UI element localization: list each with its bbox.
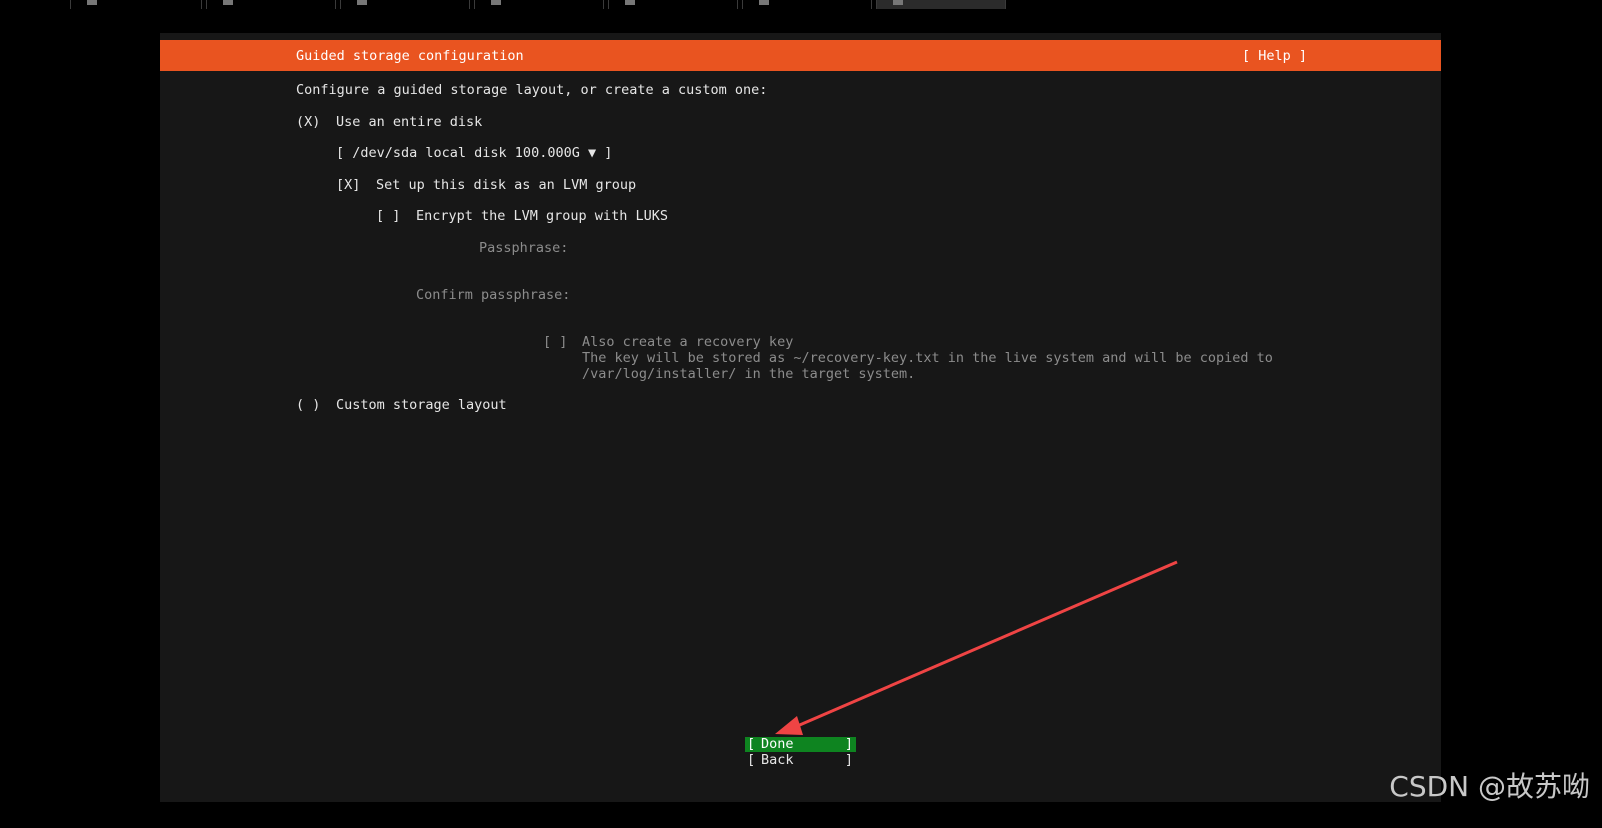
encrypt-label: Encrypt the LVM group with LUKS (416, 208, 668, 224)
watermark: CSDN @故苏呦 (1389, 770, 1590, 803)
host-tab[interactable] (608, 0, 738, 9)
back-button-open-bracket: [ (747, 752, 756, 768)
done-button-label: Done (761, 736, 794, 752)
tab-icon (759, 0, 769, 5)
done-button-open-bracket: [ (747, 736, 756, 752)
tab-icon (87, 0, 97, 5)
custom-layout-label: Custom storage layout (336, 397, 507, 413)
recovery-key-description: /var/log/installer/ in the target system… (582, 366, 916, 382)
host-tab[interactable] (70, 0, 202, 9)
recovery-key-checkbox[interactable]: [ ] (543, 334, 567, 350)
disk-select-dropdown[interactable]: [ /dev/sda local disk 100.000G ▼ ] (336, 145, 612, 161)
host-tab-bar (0, 0, 1602, 11)
lvm-checkbox[interactable]: [X] (336, 177, 360, 193)
help-button[interactable]: [ Help ] (1242, 48, 1307, 64)
host-tab-active[interactable] (876, 0, 1006, 9)
page-title: Guided storage configuration (296, 48, 524, 64)
tab-icon (491, 0, 501, 5)
installer-screen: Guided storage configuration [ Help ] Co… (160, 33, 1441, 802)
back-button[interactable]: [ Back ] (745, 753, 856, 768)
confirm-passphrase-field[interactable] (575, 287, 1175, 303)
passphrase-label: Passphrase: (479, 240, 569, 256)
entire-disk-label: Use an entire disk (336, 114, 483, 130)
host-tab[interactable] (474, 0, 604, 9)
host-tab[interactable] (742, 0, 872, 9)
recovery-key-label: Also create a recovery key (582, 334, 794, 350)
back-button-label: Back (761, 752, 794, 768)
header-bar: Guided storage configuration [ Help ] (160, 40, 1441, 71)
entire-disk-radio[interactable]: (X) (296, 114, 320, 130)
back-button-close-bracket: ] (844, 752, 853, 768)
intro-text: Configure a guided storage layout, or cr… (296, 82, 768, 98)
host-tab[interactable] (340, 0, 470, 9)
confirm-passphrase-label: Confirm passphrase: (416, 287, 571, 303)
done-button-close-bracket: ] (844, 736, 853, 752)
tab-icon (223, 0, 233, 5)
tab-icon (625, 0, 635, 5)
encrypt-checkbox[interactable]: [ ] (376, 208, 400, 224)
done-button[interactable]: [ Done ] (745, 737, 856, 752)
custom-layout-radio[interactable]: ( ) (296, 397, 320, 413)
lvm-label: Set up this disk as an LVM group (376, 177, 637, 193)
tab-icon (893, 0, 903, 5)
tab-icon (357, 0, 367, 5)
recovery-key-description: The key will be stored as ~/recovery-key… (582, 350, 1273, 366)
passphrase-field[interactable] (575, 240, 1175, 256)
host-tab[interactable] (206, 0, 336, 9)
